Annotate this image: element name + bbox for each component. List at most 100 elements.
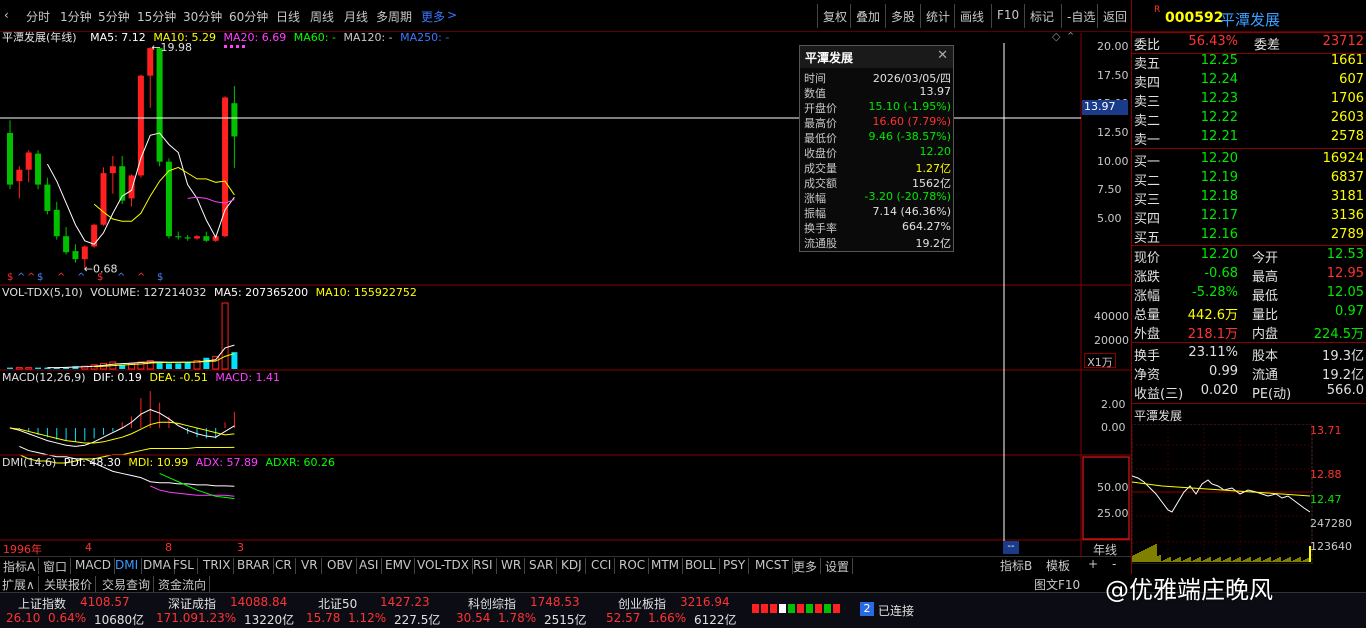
indicator-tab-23[interactable]: MCST bbox=[752, 558, 793, 574]
period-tab-4[interactable]: 30分钟 bbox=[183, 8, 222, 25]
period-tab-9[interactable]: 多周期 bbox=[376, 8, 412, 25]
chevron-up-icon[interactable]: ⌃ bbox=[1066, 30, 1075, 43]
stat-row: 净资 0.99 流通 19.2亿 bbox=[1134, 364, 1364, 383]
ask-row: 卖三 12.23 1706 bbox=[1134, 91, 1364, 110]
indicator-tab-7[interactable]: BRAR bbox=[234, 558, 274, 574]
index-name[interactable]: 深证成指 bbox=[168, 595, 216, 612]
period-tab-3[interactable]: 15分钟 bbox=[137, 8, 176, 25]
indicator-right-tab-3[interactable]: - bbox=[1112, 557, 1116, 571]
index-percent: 0.64% bbox=[48, 611, 87, 625]
ma10-line bbox=[93, 166, 235, 222]
toolbar-button-2[interactable]: 多股 bbox=[885, 4, 920, 28]
period-tab-0[interactable]: 分时 bbox=[26, 8, 50, 25]
indicator-tab-1[interactable]: 窗口 bbox=[40, 558, 72, 574]
candle-body bbox=[194, 236, 200, 239]
indicator-tab-17[interactable]: KDJ bbox=[558, 558, 586, 574]
kline-legend: 平潭发展(年线) MA5: 7.12 MA10: 5.29 MA20: 6.69… bbox=[2, 29, 449, 45]
tooltip-row-value: 664.27% bbox=[902, 220, 951, 233]
status-tab-3[interactable]: 资金流向 bbox=[158, 576, 211, 593]
indicator-tab-15[interactable]: WR bbox=[498, 558, 526, 574]
status-right-tab[interactable]: 图文F10 bbox=[1034, 576, 1080, 593]
candle-body bbox=[231, 103, 238, 137]
stock-badge: R bbox=[1154, 5, 1161, 15]
tooltip-row-label: 时间 bbox=[804, 72, 826, 85]
indicator-tab-5[interactable]: FSL bbox=[170, 558, 198, 574]
signal-marker: $ bbox=[7, 272, 13, 283]
more-periods-button[interactable]: 更多 bbox=[421, 8, 445, 25]
indicator-tab-16[interactable]: SAR bbox=[526, 558, 558, 574]
indicator-tab-3[interactable]: DMI bbox=[112, 558, 143, 574]
indicator-tab-24[interactable]: 更多 bbox=[790, 558, 822, 574]
period-tab-1[interactable]: 1分钟 bbox=[60, 8, 92, 25]
indicator-tab-6[interactable]: TRIX bbox=[200, 558, 235, 574]
indicator-right-tab-0[interactable]: 指标B bbox=[1000, 557, 1032, 574]
x-tick: 3 bbox=[237, 541, 244, 554]
status-tab-2[interactable]: 交易查询 bbox=[102, 576, 155, 593]
cursor-price-label: 13.97 bbox=[1082, 100, 1128, 115]
index-change: 26.10 bbox=[6, 611, 41, 625]
stat-label: 总量 bbox=[1134, 308, 1161, 323]
tooltip-row-value: 12.20 bbox=[919, 145, 952, 158]
toolbar-back-icon[interactable]: ‹ bbox=[4, 8, 9, 22]
signal-marker: ^ bbox=[77, 272, 85, 283]
indicator-tab-11[interactable]: ASI bbox=[356, 558, 383, 574]
index-name[interactable]: 科创综指 bbox=[468, 595, 516, 612]
indicator-tab-13[interactable]: VOL-TDX bbox=[414, 558, 473, 574]
toolbar-button-1[interactable]: 叠加 bbox=[850, 4, 885, 28]
indicator-tab-2[interactable]: MACD bbox=[72, 558, 115, 574]
tooltip-row-label: 开盘价 bbox=[804, 102, 837, 115]
indicator-tab-25[interactable]: 设置 bbox=[822, 558, 854, 574]
bid-label: 买一 bbox=[1134, 155, 1161, 170]
ma5-label: MA5: 7.12 bbox=[90, 31, 146, 44]
indicator-right-tab-2[interactable]: + bbox=[1088, 557, 1098, 571]
indicator-tab-19[interactable]: ROC bbox=[616, 558, 650, 574]
index-name[interactable]: 上证指数 bbox=[18, 595, 66, 612]
period-tab-5[interactable]: 60分钟 bbox=[229, 8, 268, 25]
indicator-right-tab-1[interactable]: 模板 bbox=[1046, 557, 1070, 574]
close-icon[interactable]: ✕ bbox=[937, 48, 948, 63]
index-name[interactable]: 创业板指 bbox=[618, 595, 666, 612]
indicator-tab-10[interactable]: OBV bbox=[324, 558, 357, 574]
toolbar-button-6[interactable]: 标记 bbox=[1024, 4, 1059, 28]
connection-badge: 2 bbox=[860, 602, 874, 616]
ask-row: 卖五 12.25 1661 bbox=[1134, 53, 1364, 72]
toolbar-button-4[interactable]: 画线 bbox=[954, 4, 989, 28]
toolbar-button-8[interactable]: 返回 bbox=[1097, 4, 1132, 28]
indicator-tab-8[interactable]: CR bbox=[272, 558, 296, 574]
indicator-tab-20[interactable]: MTM bbox=[648, 558, 684, 574]
stat-row: 总量 442.6万 量比 0.97 bbox=[1134, 304, 1364, 323]
status-tab-1[interactable]: 关联报价 bbox=[44, 576, 97, 593]
signal-marker: ^ bbox=[57, 272, 65, 283]
ma20-label: MA20: 6.69 bbox=[223, 31, 287, 44]
period-tab-7[interactable]: 周线 bbox=[310, 8, 334, 25]
tooltip-row-value: -3.20 (-20.78%) bbox=[864, 190, 951, 203]
indicator-tab-0[interactable]: 指标A bbox=[0, 558, 40, 574]
ask-label: 卖三 bbox=[1134, 95, 1161, 110]
indicator-tab-14[interactable]: RSI bbox=[470, 558, 497, 574]
diamond-icon[interactable]: ◇ bbox=[1052, 30, 1060, 43]
ask-volume: 1661 bbox=[1330, 53, 1364, 68]
toolbar-button-7[interactable]: -自选 bbox=[1061, 4, 1100, 28]
toolbar-button-5[interactable]: F10 bbox=[991, 4, 1024, 28]
price-tick: 10.00 bbox=[1097, 154, 1129, 168]
breadth-segment bbox=[824, 604, 831, 613]
toolbar-button-3[interactable]: 统计 bbox=[920, 4, 955, 28]
indicator-tab-21[interactable]: BOLL bbox=[682, 558, 720, 574]
indicator-tab-18[interactable]: CCI bbox=[588, 558, 616, 574]
ask-row: 卖一 12.21 2578 bbox=[1134, 129, 1364, 148]
indicator-tab-22[interactable]: PSY bbox=[720, 558, 750, 574]
volume-value: VOLUME: 127214032 bbox=[90, 286, 207, 299]
data-tooltip: 平潭发展 ✕ 时间 2026/03/05/四 数值 13.97 开盘价 15.10 (-1… bbox=[799, 45, 954, 252]
index-name[interactable]: 北证50 bbox=[318, 595, 357, 612]
period-tab-6[interactable]: 日线 bbox=[276, 8, 300, 25]
tooltip-row: 最高价 16.60 (7.79%) bbox=[804, 115, 951, 130]
indicator-tab-9[interactable]: VR bbox=[298, 558, 322, 574]
indicator-tab-12[interactable]: EMV bbox=[382, 558, 416, 574]
period-tab-2[interactable]: 5分钟 bbox=[98, 8, 130, 25]
candle-body bbox=[203, 236, 210, 241]
index-change: 30.54 bbox=[456, 611, 491, 625]
period-tab-8[interactable]: 月线 bbox=[344, 8, 368, 25]
chevron-right-icon[interactable]: > bbox=[447, 8, 457, 22]
toolbar-button-0[interactable]: 复权 bbox=[817, 4, 852, 28]
status-tab-0[interactable]: 扩展∧ bbox=[2, 576, 39, 593]
